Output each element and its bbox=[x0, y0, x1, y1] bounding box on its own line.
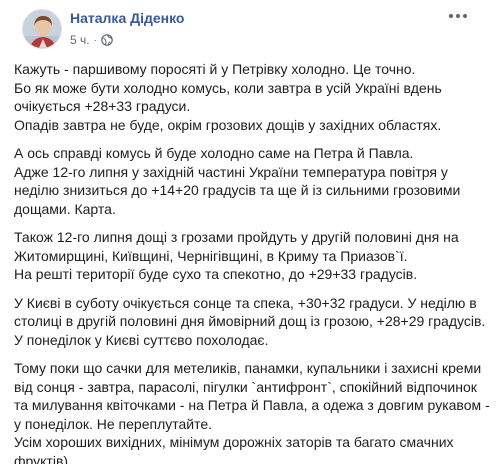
post-text-line: Опадів завтра не буде, окрім грозових до… bbox=[14, 116, 442, 133]
post-paragraph: Також 12-го липня дощі з грозами пройдут… bbox=[14, 228, 484, 284]
meta-separator: · bbox=[93, 34, 97, 46]
more-options-icon[interactable] bbox=[446, 6, 470, 26]
post-text-line: фруктів) bbox=[14, 452, 69, 464]
avatar-image bbox=[23, 10, 61, 48]
post-text: Кажуть - паршивому поросяті й у Петрівку… bbox=[12, 60, 490, 464]
post-text-line: очікується +28+33 градуси. bbox=[14, 98, 191, 114]
post-text-line: Житомирщині, Київщині, Чернігівщині, в К… bbox=[14, 247, 408, 264]
post-text-line: У Києві в суботу очікується сонце та спе… bbox=[14, 294, 477, 311]
post-paragraph: Тому поки що сачки для метеликів, панамк… bbox=[14, 359, 490, 464]
post-meta: 5 ч. · bbox=[70, 33, 113, 47]
facebook-post: Наталка Діденко 5 ч. · Кажуть - паршивом… bbox=[0, 0, 496, 464]
post-text-line: Також 12-го липня дощі з грозами пройдут… bbox=[14, 229, 459, 245]
author-name[interactable]: Наталка Діденко bbox=[70, 10, 184, 26]
globe-icon bbox=[101, 34, 113, 46]
post-header: Наталка Діденко 5 ч. · bbox=[12, 0, 484, 60]
post-paragraph: Кажуть - паршивому поросяті й у Петрівку… bbox=[14, 60, 484, 134]
post-text-line: столиці в другій половині дня ймовірний … bbox=[14, 313, 486, 329]
post-text-line: неділю знизиться до +14+20 градусів та щ… bbox=[14, 182, 461, 198]
post-text-line: від сонця - завтра, парасолі, пігулки `а… bbox=[14, 378, 477, 395]
post-paragraph: А ось справді комусь й буде холодно саме… bbox=[14, 144, 484, 218]
post-text-line: Усім хороших вихідних, мінімум дорожніх … bbox=[14, 434, 454, 450]
post-text-line: Кажуть - паршивому поросяті й у Петрівку… bbox=[14, 61, 416, 77]
post-time[interactable]: 5 ч. bbox=[70, 33, 90, 47]
post-text-line: та милування квіточками - на Петра й Пав… bbox=[14, 397, 490, 413]
post-text-line: На решті території буде сухо та спекотно… bbox=[14, 266, 418, 282]
post-paragraph: У Києві в суботу очікується сонце та спе… bbox=[14, 294, 486, 350]
post-text-line: дощами. Карта. bbox=[14, 200, 116, 217]
post-text-line: У понеділок у Києві суттєво похолодає. bbox=[14, 331, 269, 348]
post-text-line: Бо як може бути холодно комусь, коли зав… bbox=[14, 79, 442, 96]
post-text-line: у понеділок. Не переплутайте. bbox=[14, 415, 213, 432]
post-text-line: Адже 12-го липня у західній частині Укра… bbox=[14, 163, 448, 180]
post-text-line: Тому поки що сачки для метеликів, панамк… bbox=[14, 360, 482, 376]
avatar[interactable] bbox=[22, 9, 62, 49]
post-text-line: А ось справді комусь й буде холодно саме… bbox=[14, 145, 414, 161]
